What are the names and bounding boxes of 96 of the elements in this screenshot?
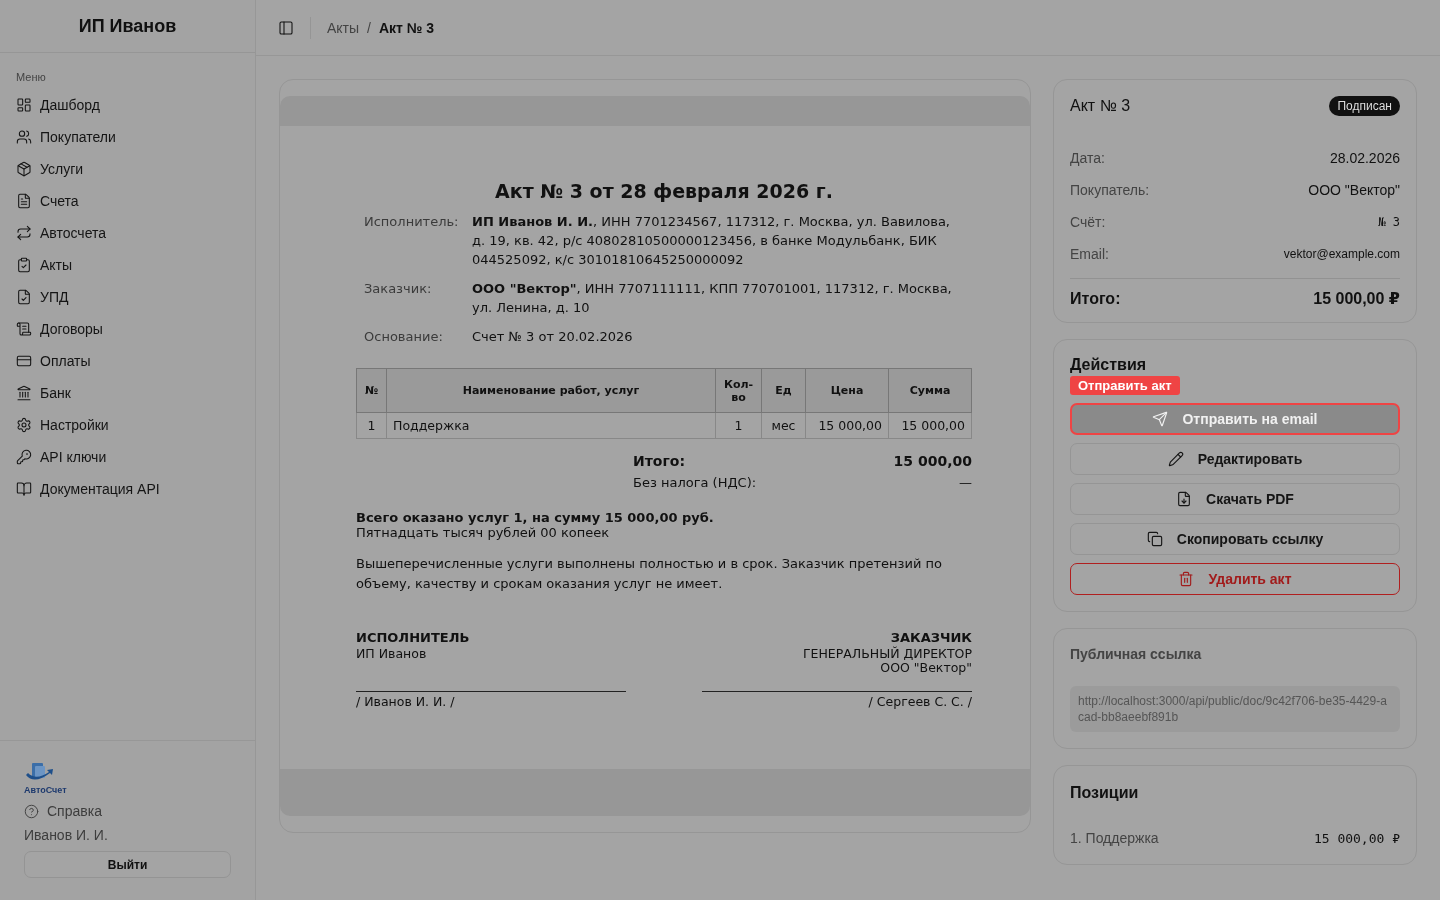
table-cell: Поддержка [386, 412, 716, 439]
column-header: Ед [761, 368, 806, 413]
field-value: № 3 [1378, 215, 1400, 229]
total-value: 15 000,00 [893, 453, 972, 469]
user-name: Иванов И. И. [24, 827, 109, 843]
field-label: Покупатель: [1070, 182, 1150, 198]
field-label: Счёт: [1070, 214, 1106, 230]
nav-item[interactable]: Банк [0, 377, 255, 409]
column-header: № [356, 368, 387, 413]
total-label: Итого: [1070, 289, 1121, 308]
nav-item[interactable]: Счета [0, 185, 255, 217]
users-icon [16, 129, 32, 145]
file-check-icon [16, 289, 32, 305]
logo-text: АвтоСчет [24, 785, 67, 795]
column-header: Сумма [888, 368, 972, 413]
card-title: Позиции [1070, 784, 1140, 802]
party-label: Исполнитель: [364, 213, 460, 231]
menu-label: Меню [15, 70, 47, 85]
column-header: Цена [805, 368, 889, 413]
party-label: Заказчик: [364, 280, 433, 298]
nav-item[interactable]: Договоры [0, 313, 255, 345]
help-link[interactable]: Справка [24, 803, 231, 819]
current-page-title: Акт № 3 [379, 19, 435, 36]
sidebar-title: ИП Иванов [0, 0, 255, 53]
total-value: 15 000,00 ₽ [1313, 289, 1400, 308]
signature-role: ЗАКАЗЧИК [890, 630, 972, 645]
table-cell: мес [761, 412, 806, 439]
field-value: ООО "Вектор" [1308, 182, 1400, 198]
card-title: Действия [1070, 356, 1148, 374]
key-icon [16, 449, 32, 465]
copy-icon [1146, 531, 1163, 547]
action-button[interactable]: Скопировать ссылку [1070, 523, 1400, 555]
clipboard-check-icon [16, 257, 32, 273]
help-icon [24, 803, 39, 819]
trash-icon [1178, 571, 1195, 587]
card-icon [16, 353, 32, 369]
column-header: Кол-во [715, 368, 762, 413]
total-label: Итого: [633, 453, 685, 469]
position-amount: 15 000,00 ₽ [1313, 830, 1400, 846]
scroll-icon [16, 321, 32, 337]
breadcrumb-separator: / [367, 19, 371, 36]
nav-item[interactable]: Покупатели [0, 121, 255, 153]
field-value: 28.02.2026 [1329, 150, 1400, 166]
dashboard-icon [16, 97, 32, 113]
logout-button[interactable]: Выйти [24, 851, 231, 878]
party-details: Счет № 3 от 20.02.2026 [472, 328, 634, 346]
box-icon [16, 161, 32, 177]
table-cell: 15 000,00 [888, 412, 972, 439]
send-icon [1152, 411, 1169, 427]
party-label: Основание: [364, 328, 444, 346]
table-cell: 15 000,00 [805, 412, 889, 439]
statement-text: Вышеперечисленные услуги выполнены полностью и в срок. Заказчик претензий по объему, качеству и срокам оказания услуг не имеет. [356, 555, 943, 593]
party-details: ИП Иванов И. И., ИНН 7701234567, 117312, г. Москва, ул. Вавилова, д. 19, кв. 42, р/с 40802810500000123456, в банке Модульбанк, БИК 044525092, к/с 30101810645250000092 [472, 213, 951, 269]
card-title: Акт № 3 [1070, 97, 1131, 115]
position-name: 1. Поддержка [1070, 830, 1159, 846]
table-cell: 1 [356, 412, 387, 439]
file-download-icon [1176, 491, 1193, 507]
sidebar-toggle-icon[interactable] [278, 19, 294, 36]
nav-item[interactable]: Оплаты [0, 345, 255, 377]
breadcrumb-link[interactable]: Акты [327, 19, 360, 36]
card-title: Публичная ссылка [1070, 646, 1203, 662]
nav-item[interactable]: Дашборд [0, 89, 255, 121]
nav-item[interactable]: Автосчета [0, 217, 255, 249]
field-value: vektor@example.com [1283, 247, 1400, 261]
signatory-line: ИП Иванов [356, 647, 427, 661]
document-icon [16, 193, 32, 209]
tax-value: — [959, 475, 972, 490]
nav-item[interactable]: Документация API [0, 473, 255, 505]
pencil-icon [1167, 451, 1184, 467]
status-badge: Подписан [1329, 96, 1400, 116]
signatory-name: / Сергеев С. С. / [868, 695, 972, 709]
action-button[interactable]: Редактировать [1070, 443, 1400, 475]
action-button[interactable]: Скачать PDF [1070, 483, 1400, 515]
book-icon [16, 481, 32, 497]
repeat-icon [16, 225, 32, 241]
document-title: Акт № 3 от 28 февраля 2026 г. [494, 180, 834, 202]
nav-item[interactable]: Услуги [0, 153, 255, 185]
table-cell: 1 [715, 412, 762, 439]
nav-item[interactable]: Акты [0, 249, 255, 281]
settings-icon [16, 417, 32, 433]
nav-item[interactable]: Настройки [0, 409, 255, 441]
party-details: ООО "Вектор", ИНН 7707111111, КПП 770701001, 117312, г. Москва, ул. Ленина, д. 10 [472, 280, 953, 317]
signatory-name: / Иванов И. И. / [356, 695, 455, 709]
field-label: Дата: [1070, 150, 1105, 166]
nav-item[interactable]: УПД [0, 281, 255, 313]
amount-in-words: Пятнадцать тысяч рублей 00 копеек [356, 525, 611, 540]
nav-item[interactable]: API ключи [0, 441, 255, 473]
bank-icon [16, 385, 32, 401]
tour-hint: Отправить акт [1070, 376, 1180, 395]
signature-role: ИСПОЛНИТЕЛЬ [356, 630, 470, 645]
signatory-line: ООО "Вектор" [880, 661, 972, 675]
tax-label: Без налога (НДС): [633, 475, 757, 490]
summary-text: Всего оказано услуг 1, на сумму 15 000,00 руб. [356, 510, 715, 525]
signatory-line: ГЕНЕРАЛЬНЫЙ ДИРЕКТОР [802, 647, 972, 661]
field-label: Email: [1070, 246, 1109, 262]
column-header: Наименование работ, услуг [386, 368, 716, 413]
